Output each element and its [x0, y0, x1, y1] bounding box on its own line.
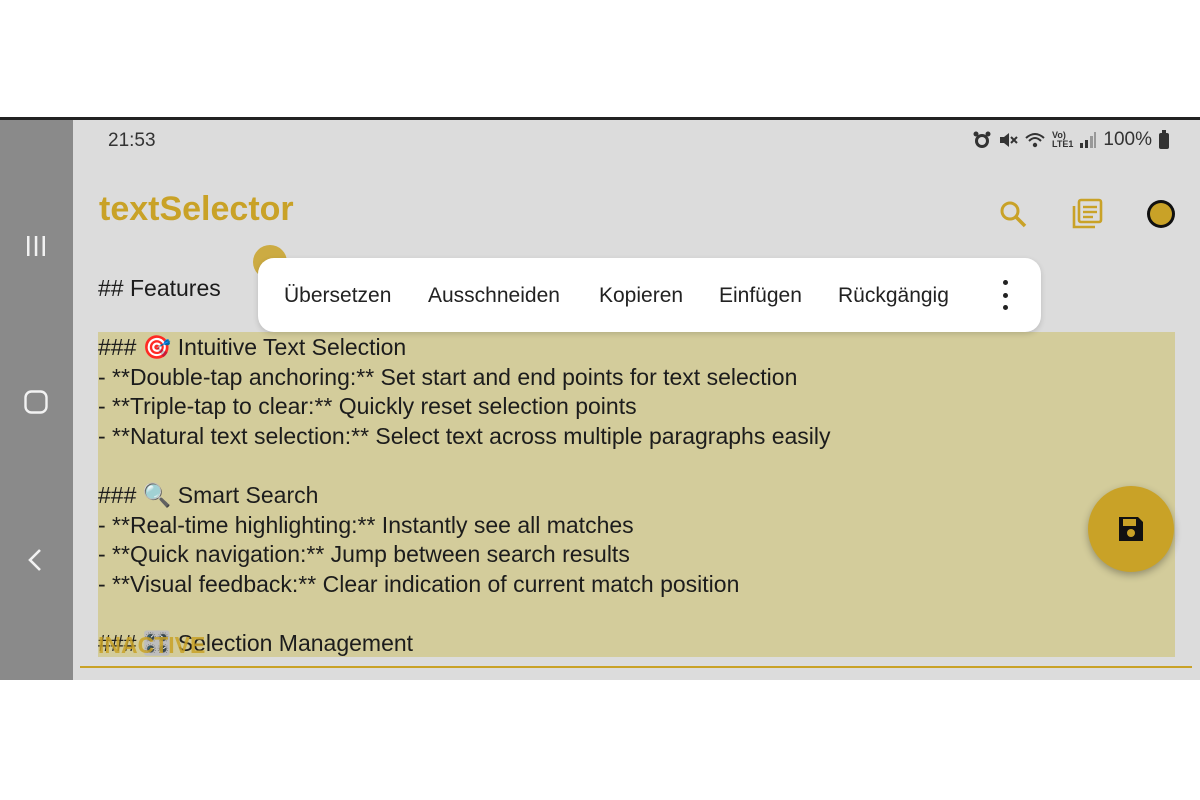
more-options-icon-dot	[1002, 292, 1008, 298]
more-options-button[interactable]	[993, 280, 1017, 310]
theme-toggle-icon	[1147, 200, 1175, 228]
system-nav-bar	[0, 120, 73, 680]
editor-line: - **Visual feedback:** Clear indication …	[98, 571, 740, 597]
editor-line: - **Real-time highlighting:** Instantly …	[98, 512, 634, 538]
inactive-label: INACTIVE	[98, 632, 206, 658]
status-time: 21:53	[108, 130, 156, 151]
library-button[interactable]	[1069, 196, 1105, 232]
menu-item-paste[interactable]: Einfügen	[719, 284, 802, 308]
more-options-icon-dot	[1002, 305, 1008, 310]
editor-line: ### 🎯 Intuitive Text Selection	[98, 334, 407, 360]
battery-icon	[1159, 130, 1169, 149]
theme-toggle-button[interactable]	[1143, 196, 1179, 232]
mute-icon	[1000, 133, 1018, 147]
library-icon	[1072, 198, 1103, 229]
app-title: textSelector	[99, 190, 294, 228]
editor-line: ### 🔍 Smart Search	[98, 482, 319, 508]
alarm-icon	[973, 131, 991, 148]
back-icon	[28, 549, 41, 571]
text-context-menu: Übersetzen Ausschneiden Kopieren Einfüge…	[258, 258, 1041, 332]
signal-icon	[1080, 132, 1097, 148]
recent-apps-button[interactable]	[18, 228, 54, 264]
editor-line: - **Quick navigation:** Jump between sea…	[98, 541, 630, 567]
recent-apps-icon	[27, 236, 45, 256]
menu-item-translate[interactable]: Übersetzen	[284, 284, 391, 308]
home-icon	[24, 390, 48, 414]
more-options-icon	[1002, 280, 1008, 285]
editor-line: - **Double-tap anchoring:** Set start an…	[98, 364, 798, 390]
search-button[interactable]	[995, 196, 1031, 232]
menu-item-copy[interactable]: Kopieren	[599, 284, 683, 308]
back-button[interactable]	[18, 542, 54, 578]
save-icon	[1119, 517, 1143, 541]
editor-line: - **Triple-tap to clear:** Quickly reset…	[98, 393, 637, 419]
home-button[interactable]	[18, 384, 54, 420]
lte-label: Vo) LTE1	[1052, 130, 1074, 149]
menu-item-cut[interactable]: Ausschneiden	[428, 284, 560, 308]
editor-underline	[80, 666, 1192, 668]
menu-item-undo[interactable]: Rückgängig	[838, 284, 949, 308]
status-icons: Vo) LTE1 100%	[972, 129, 1170, 151]
save-button[interactable]	[1088, 486, 1174, 572]
editor-line: - **Natural text selection:** Select tex…	[98, 423, 831, 449]
wifi-icon	[1025, 133, 1045, 148]
search-icon	[1000, 201, 1027, 228]
editor-line: ## Features	[98, 275, 221, 301]
battery-percent: 100%	[1103, 129, 1152, 150]
